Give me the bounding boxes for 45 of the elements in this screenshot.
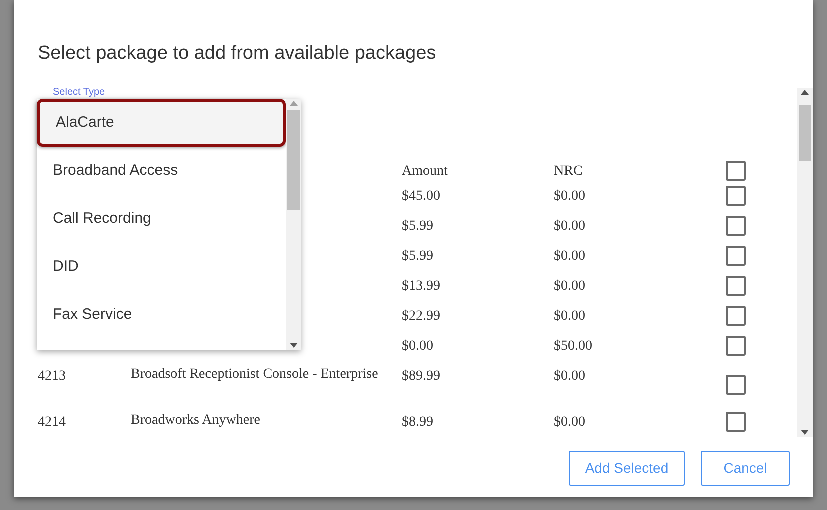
checkbox[interactable] [726, 186, 746, 206]
table-cell: 4214 [38, 415, 66, 430]
table-cell: $45.00 [402, 189, 440, 204]
checkbox[interactable] [726, 306, 746, 326]
checkbox[interactable] [726, 276, 746, 296]
table-cell: $0.00 [402, 339, 434, 354]
table-cell: 4213 [38, 369, 66, 384]
dropdown-option[interactable]: DID [37, 243, 286, 291]
scrollbar-thumb[interactable] [287, 110, 300, 210]
scroll-down-icon[interactable] [801, 430, 809, 435]
table-cell: $22.99 [402, 309, 440, 324]
table-cell: $5.99 [402, 249, 434, 264]
scroll-up-icon[interactable] [801, 90, 809, 95]
scroll-down-icon[interactable] [290, 343, 298, 348]
checkbox[interactable] [726, 375, 746, 395]
table-cell: $50.00 [554, 339, 592, 354]
checkbox[interactable] [726, 336, 746, 356]
table-cell: $0.00 [554, 279, 586, 294]
column-header: NRC [554, 162, 584, 180]
scrollbar[interactable] [797, 88, 813, 437]
table-cell: $0.00 [554, 219, 586, 234]
dropdown-option[interactable]: AlaCarte [37, 99, 286, 147]
checkbox[interactable] [726, 216, 746, 236]
checkbox[interactable] [726, 412, 746, 432]
table-cell: $89.99 [402, 369, 440, 384]
table-cell: $0.00 [554, 415, 586, 430]
table-cell: $0.00 [554, 309, 586, 324]
table-cell: Broadsoft Receptionist Console - Enterprise [131, 367, 378, 382]
table-cell: $8.99 [402, 415, 434, 430]
scrollbar[interactable] [286, 99, 301, 350]
checkbox[interactable] [726, 161, 746, 181]
checkbox[interactable] [726, 246, 746, 266]
dialog-title: Select package to add from available packages [37, 42, 438, 66]
field-label: Select Type [53, 88, 106, 98]
table-cell: $5.99 [402, 219, 434, 234]
column-header: Amount [402, 162, 449, 180]
scrollbar-thumb[interactable] [799, 105, 811, 161]
table-cell: $0.00 [554, 249, 586, 264]
table-cell: $0.00 [554, 369, 586, 384]
dropdown-option[interactable]: Call Recording [37, 195, 286, 243]
table-cell: $13.99 [402, 279, 440, 294]
table-cell: Broadworks Anywhere [131, 413, 260, 428]
table-cell: $0.00 [554, 189, 586, 204]
dropdown-option[interactable]: Fax Service [37, 291, 286, 339]
dropdown-option[interactable]: Broadband Access [37, 147, 286, 195]
